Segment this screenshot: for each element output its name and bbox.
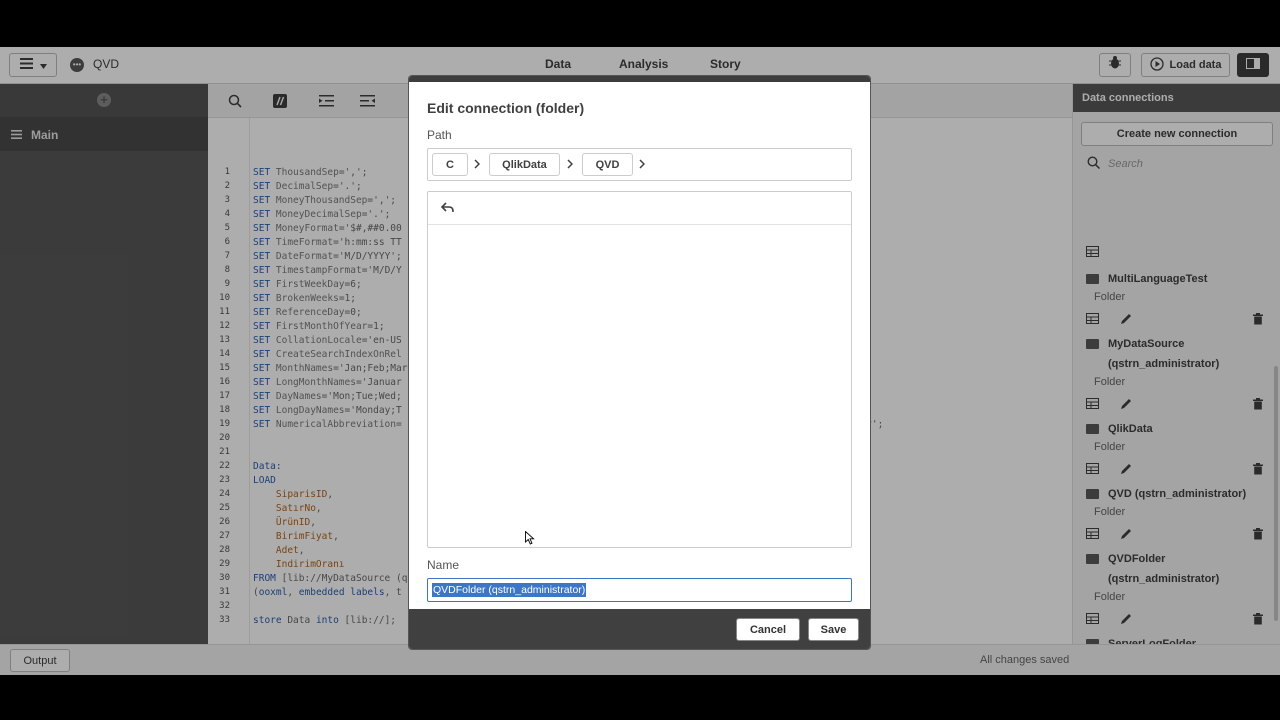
folder-browser-header	[428, 192, 851, 225]
dialog-footer: Cancel Save	[409, 609, 870, 649]
name-input-value: QVDFolder (qstrn_administrator)	[432, 583, 587, 597]
back-arrow-icon[interactable]	[440, 200, 454, 216]
crumb-qvd[interactable]: QVD	[582, 153, 633, 176]
name-label: Name	[427, 558, 460, 572]
mouse-cursor	[525, 530, 535, 545]
crumb-qlikdata[interactable]: QlikData	[489, 153, 560, 176]
dialog-top-strip	[409, 76, 870, 82]
path-breadcrumb: C QlikData QVD	[427, 148, 852, 181]
name-input[interactable]: QVDFolder (qstrn_administrator)	[427, 578, 852, 602]
cancel-button[interactable]: Cancel	[736, 618, 800, 641]
chevron-right-icon	[567, 158, 574, 172]
dialog-title: Edit connection (folder)	[427, 100, 585, 116]
crumb-c[interactable]: C	[432, 153, 468, 176]
app-window: ••• QVD Data Analysis Story Load data +	[0, 47, 1280, 675]
chevron-right-icon	[639, 158, 646, 172]
folder-browser[interactable]	[427, 191, 852, 548]
edit-connection-dialog: Edit connection (folder) Path C QlikData…	[409, 76, 870, 649]
path-label: Path	[427, 128, 452, 142]
chevron-right-icon	[474, 158, 481, 172]
save-button[interactable]: Save	[808, 618, 859, 641]
